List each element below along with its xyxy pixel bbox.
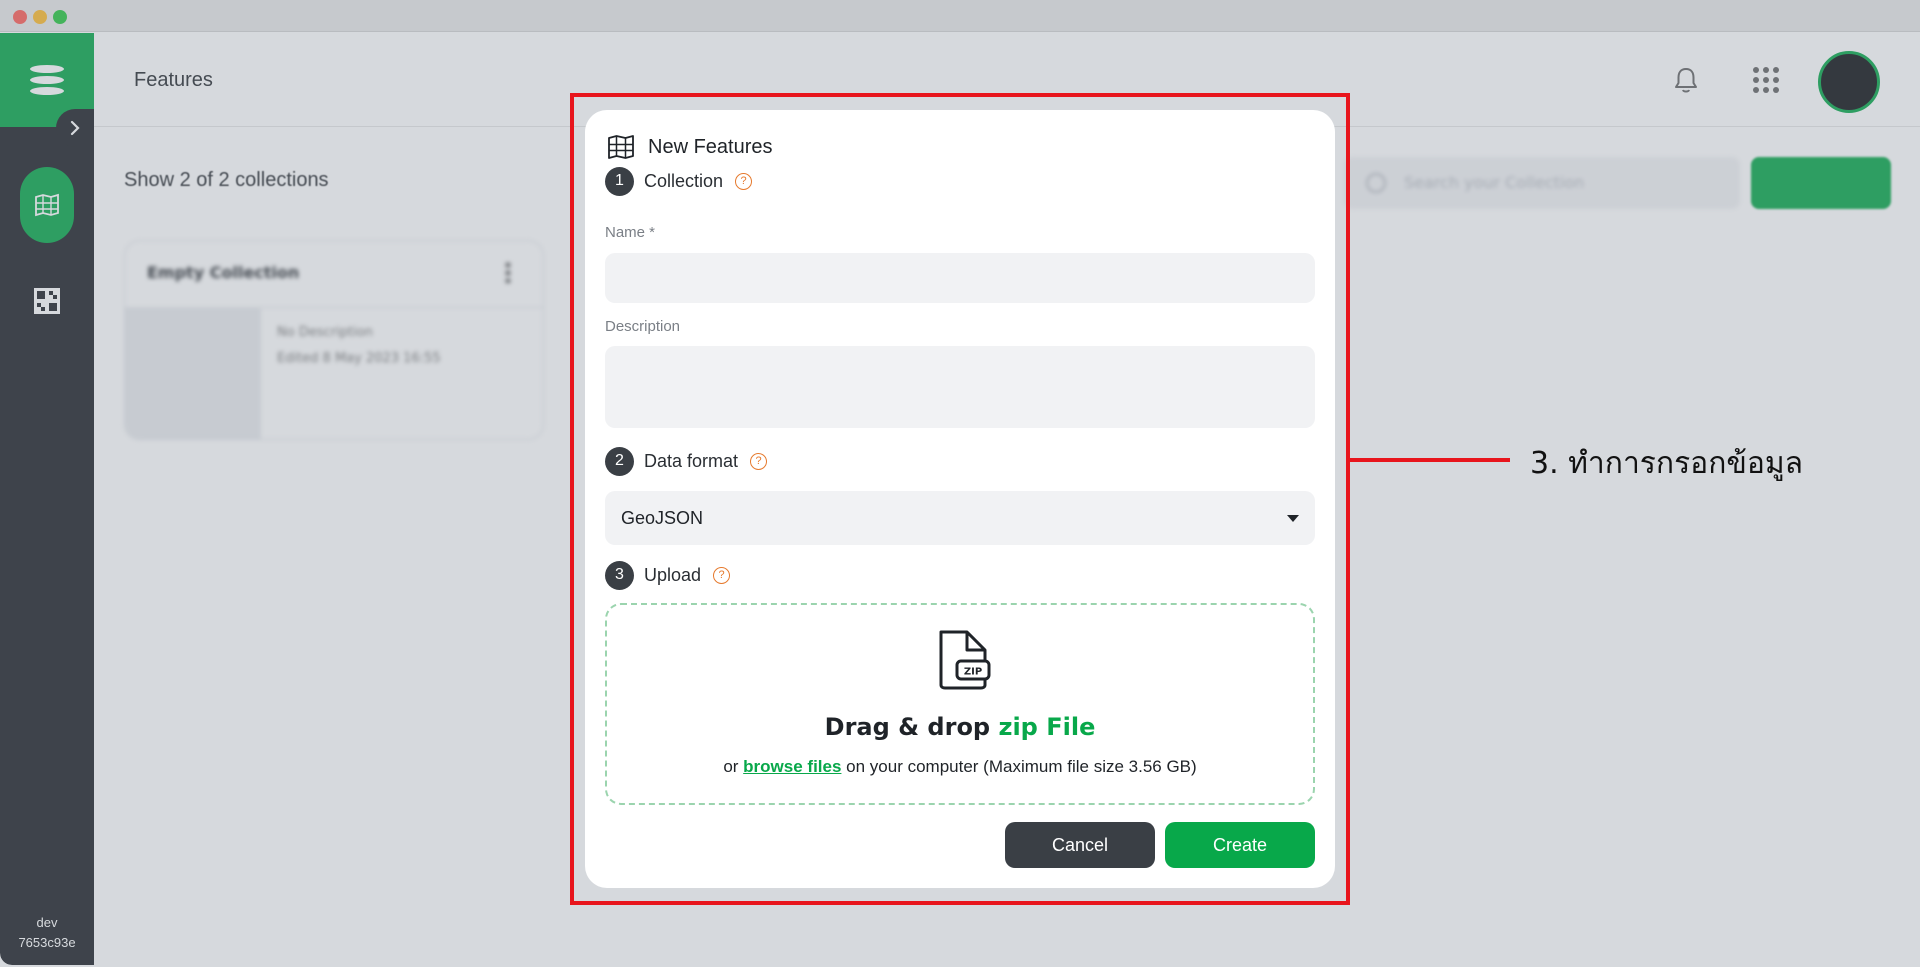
annotation-leader-line xyxy=(1350,458,1510,462)
annotation-label: 3. ทำการกรอกข้อมูล xyxy=(1530,446,1804,481)
annotation-highlight-box xyxy=(570,93,1350,905)
